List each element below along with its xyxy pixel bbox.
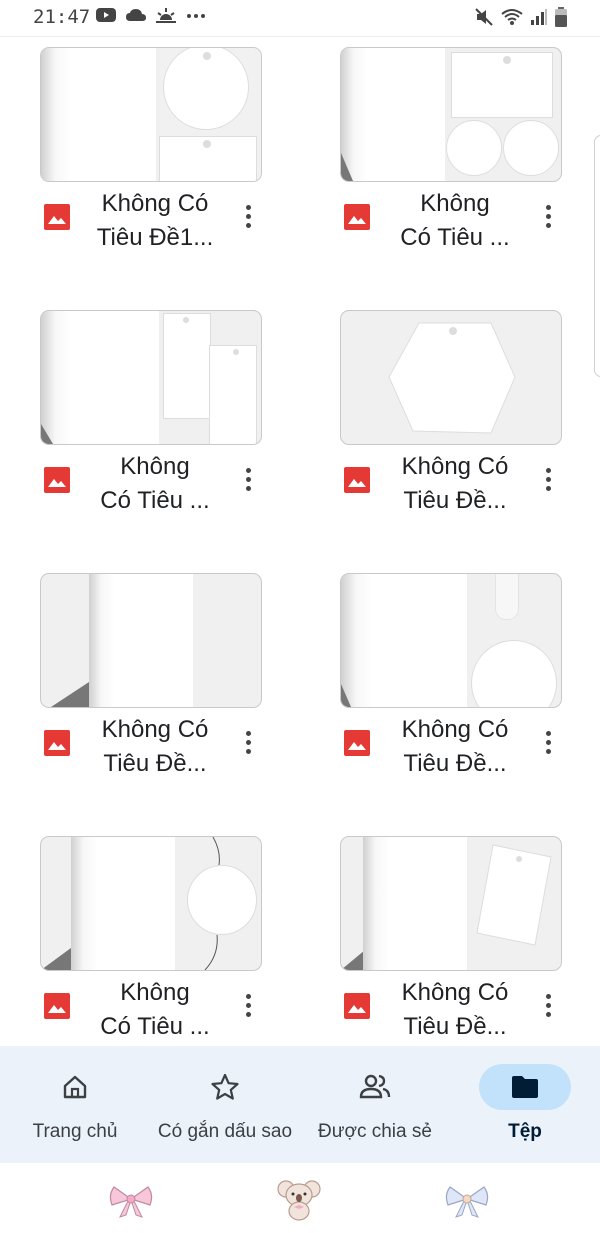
file-thumbnail[interactable] — [40, 47, 262, 182]
status-bar: 21:47 — [0, 0, 600, 36]
battery-icon — [555, 7, 567, 27]
file-grid: Không Có Tiêu Đề1... Không Có Tiêu ... Khô… — [0, 37, 600, 1047]
file-card[interactable]: Không Có Tiêu Đề... — [340, 563, 562, 793]
more-options-button[interactable] — [540, 465, 556, 495]
image-file-icon — [44, 204, 70, 230]
more-options-button[interactable] — [540, 728, 556, 758]
nav-home[interactable]: Trang chủ — [0, 1046, 150, 1163]
file-thumbnail[interactable] — [340, 310, 562, 445]
cloud-icon — [126, 9, 146, 21]
file-thumbnail[interactable] — [40, 310, 262, 445]
fast-scroll-handle[interactable] — [594, 135, 600, 377]
more-options-button[interactable] — [540, 202, 556, 232]
nav-home-label: Trang chủ — [32, 1121, 118, 1142]
file-thumbnail[interactable] — [40, 836, 262, 971]
home-icon — [63, 1075, 87, 1099]
file-card[interactable]: Không Có Tiêu ... — [340, 37, 562, 267]
wifi-icon — [501, 9, 523, 25]
file-title: Không Có Tiêu Đề1... — [96, 190, 214, 251]
file-title: Không Có Tiêu Đề... — [401, 979, 509, 1040]
file-card[interactable]: Không Có Tiêu Đề... — [40, 563, 262, 793]
mute-icon — [475, 8, 493, 26]
more-options-button[interactable] — [240, 991, 256, 1021]
star-icon — [211, 1073, 239, 1100]
file-title: Không Có Tiêu ... — [400, 190, 510, 251]
image-file-icon — [44, 993, 70, 1019]
file-card[interactable]: Không Có Tiêu Đề1... — [40, 37, 262, 267]
file-card[interactable]: Không Có Tiêu Đề... — [340, 826, 562, 1047]
file-title: Không Có Tiêu ... — [100, 453, 210, 514]
back-bow-icon[interactable] — [444, 1181, 490, 1221]
more-options-button[interactable] — [240, 202, 256, 232]
sunrise-icon — [156, 8, 176, 23]
nav-starred-label: Có gắn dấu sao — [157, 1121, 293, 1142]
image-file-icon — [344, 730, 370, 756]
youtube-icon — [96, 8, 116, 22]
file-title: Không Có Tiêu Đề... — [101, 716, 209, 777]
file-card[interactable]: Không Có Tiêu Đề... — [340, 300, 562, 530]
file-title: Không Có Tiêu Đề... — [401, 716, 509, 777]
image-file-icon — [344, 204, 370, 230]
nav-shared-label: Được chia sẻ — [318, 1121, 432, 1142]
image-file-icon — [344, 467, 370, 493]
file-card[interactable]: Không Có Tiêu ... — [40, 300, 262, 530]
file-title: Không Có Tiêu Đề... — [401, 453, 509, 514]
nav-files-label: Tệp — [508, 1121, 542, 1142]
image-file-icon — [44, 467, 70, 493]
more-horizontal-icon — [187, 14, 205, 18]
file-thumbnail[interactable] — [340, 47, 562, 182]
recent-apps-bow-icon[interactable] — [108, 1181, 154, 1221]
image-file-icon — [344, 993, 370, 1019]
nav-files[interactable]: Tệp — [450, 1046, 600, 1163]
file-card[interactable]: Không Có Tiêu ... — [40, 826, 262, 1047]
folder-icon — [512, 1076, 538, 1098]
file-thumbnail[interactable] — [340, 836, 562, 971]
bottom-navigation: Trang chủ Có gắn dấu sao Được chia sẻ Tệ… — [0, 1046, 600, 1163]
file-thumbnail[interactable] — [40, 573, 262, 708]
home-koala-icon[interactable] — [276, 1175, 322, 1221]
people-icon — [359, 1074, 391, 1099]
system-navigation-bar — [0, 1163, 600, 1233]
more-options-button[interactable] — [240, 465, 256, 495]
more-options-button[interactable] — [540, 991, 556, 1021]
status-time: 21:47 — [33, 6, 91, 28]
image-file-icon — [44, 730, 70, 756]
signal-icon — [531, 9, 547, 25]
nav-shared[interactable]: Được chia sẻ — [300, 1046, 450, 1163]
file-thumbnail[interactable] — [340, 573, 562, 708]
more-options-button[interactable] — [240, 728, 256, 758]
file-title: Không Có Tiêu ... — [100, 979, 210, 1040]
nav-starred[interactable]: Có gắn dấu sao — [150, 1046, 300, 1163]
